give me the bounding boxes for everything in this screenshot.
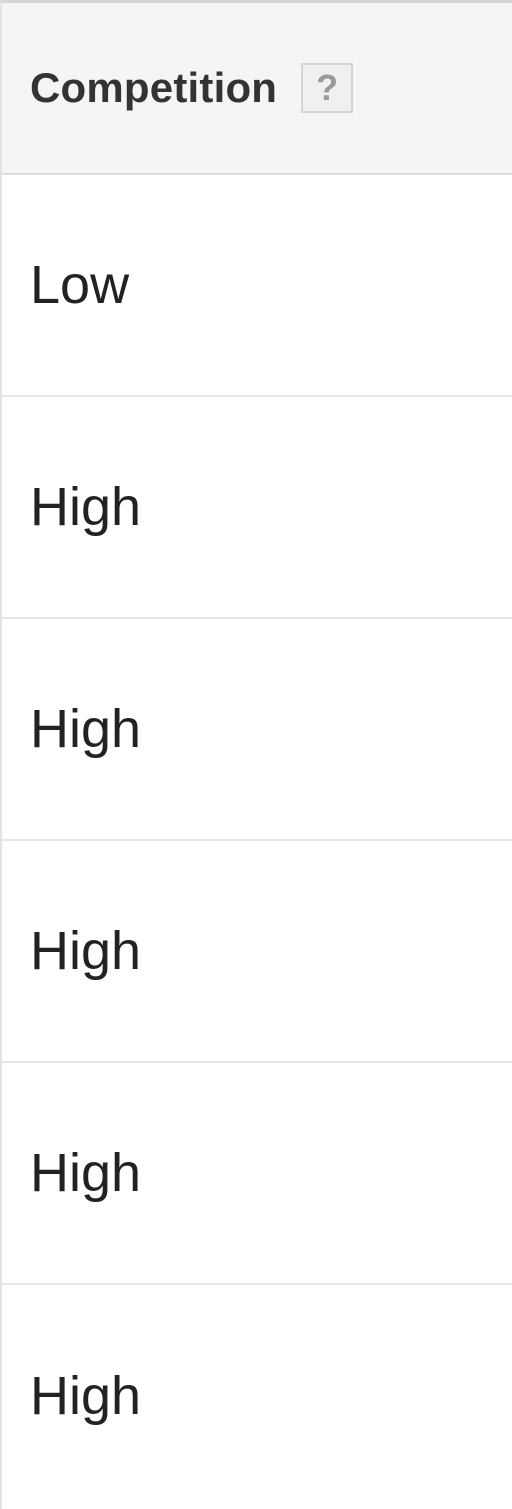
competition-value: High — [30, 477, 142, 537]
table-row: Low — [2, 175, 512, 397]
table-row: High — [2, 841, 512, 1063]
competition-column: Competition ? Low High High High High Hi… — [0, 0, 512, 1509]
competition-value: Low — [30, 255, 130, 315]
competition-value: High — [30, 1366, 142, 1426]
column-header-label: Competition — [30, 64, 278, 111]
table-row: High — [2, 619, 512, 841]
help-question-icon[interactable]: ? — [301, 63, 354, 113]
competition-value: High — [30, 1143, 142, 1203]
column-header-competition[interactable]: Competition ? — [2, 3, 512, 175]
table-row: High — [2, 1285, 512, 1507]
table-row: High — [2, 1063, 512, 1285]
competition-value: High — [30, 921, 142, 981]
table-row: High — [2, 397, 512, 619]
competition-value: High — [30, 699, 142, 759]
